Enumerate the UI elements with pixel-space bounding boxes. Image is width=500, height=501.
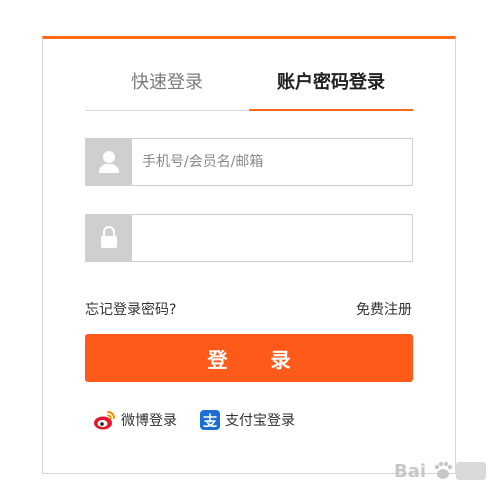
alipay-icon [200,410,220,430]
login-panel: 快速登录 账户密码登录 忘记登录密码? 免费注册 登 录 微博登录 支付宝登录 [42,36,456,474]
username-input[interactable] [142,139,404,185]
baidu-jingyan-watermark: Bai [394,461,486,482]
user-icon [86,139,132,185]
tab-quick-login[interactable]: 快速登录 [85,57,249,111]
alipay-login-link[interactable]: 支付宝登录 [199,409,295,431]
username-field[interactable] [85,138,413,186]
weibo-login-label: 微博登录 [121,413,177,429]
weibo-login-link[interactable]: 微博登录 [93,409,177,431]
lock-icon [86,215,132,261]
password-input[interactable] [142,215,404,261]
tab-account-login[interactable]: 账户密码登录 [249,57,413,111]
weibo-icon [94,411,115,430]
forgot-password-link[interactable]: 忘记登录密码? [85,299,176,319]
svg-text:Bai: Bai [394,461,426,482]
password-field[interactable] [85,214,413,262]
register-link[interactable]: 免费注册 [356,299,412,319]
login-button[interactable]: 登 录 [85,334,413,382]
alipay-login-label: 支付宝登录 [225,413,295,429]
